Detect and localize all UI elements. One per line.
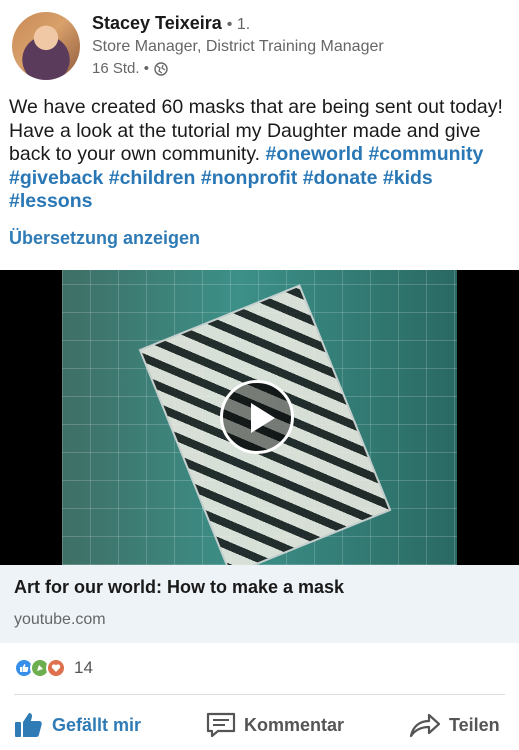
reaction-count: 14	[74, 658, 93, 677]
link-title[interactable]: Art for our world: How to make a mask	[14, 577, 344, 598]
hashtag[interactable]: #oneworld	[266, 143, 364, 165]
video-player[interactable]	[0, 270, 519, 565]
reactions-summary[interactable]: 14	[14, 656, 93, 680]
like-button[interactable]: Gefällt mir	[14, 705, 141, 745]
avatar[interactable]	[12, 12, 80, 80]
hashtag[interactable]: #giveback	[9, 167, 103, 189]
comment-label: Kommentar	[244, 714, 345, 735]
hashtag[interactable]: #community	[368, 143, 483, 165]
divider	[14, 694, 505, 695]
like-label: Gefällt mir	[52, 714, 142, 735]
globe-icon	[154, 61, 168, 76]
author-headline: Store Manager, District Training Manager	[92, 38, 384, 55]
connection-degree: • 1.	[226, 16, 251, 33]
share-arrow-icon	[409, 713, 441, 738]
hashtag[interactable]: #lessons	[9, 190, 92, 212]
love-icon	[46, 658, 66, 678]
comment-button[interactable]: Kommentar	[206, 705, 344, 745]
post-body: We have created 60 masks that are being …	[9, 96, 509, 214]
share-button[interactable]: Teilen	[409, 705, 500, 745]
hashtag[interactable]: #kids	[383, 167, 433, 189]
author-name[interactable]: Stacey Teixeira	[92, 13, 222, 33]
play-icon[interactable]	[220, 380, 294, 454]
author-line: Stacey Teixeira • 1.	[92, 13, 250, 34]
action-bar: Gefällt mir Kommentar Teilen	[0, 705, 519, 745]
translate-link[interactable]: Übersetzung anzeigen	[9, 228, 200, 249]
hashtag[interactable]: #donate	[303, 167, 378, 189]
hashtag[interactable]: #nonprofit	[201, 167, 297, 189]
hashtag[interactable]: #children	[109, 167, 196, 189]
link-domain: youtube.com	[14, 611, 106, 628]
post-meta: 16 Std. •	[92, 60, 168, 77]
post-time: 16 Std. •	[92, 60, 149, 77]
comment-icon	[206, 712, 236, 738]
share-label: Teilen	[449, 714, 500, 735]
thumbs-up-icon	[15, 713, 42, 737]
post-header: Stacey Teixeira • 1. Store Manager, Dist…	[0, 0, 519, 90]
link-preview-card[interactable]: Art for our world: How to make a mask yo…	[0, 565, 519, 643]
